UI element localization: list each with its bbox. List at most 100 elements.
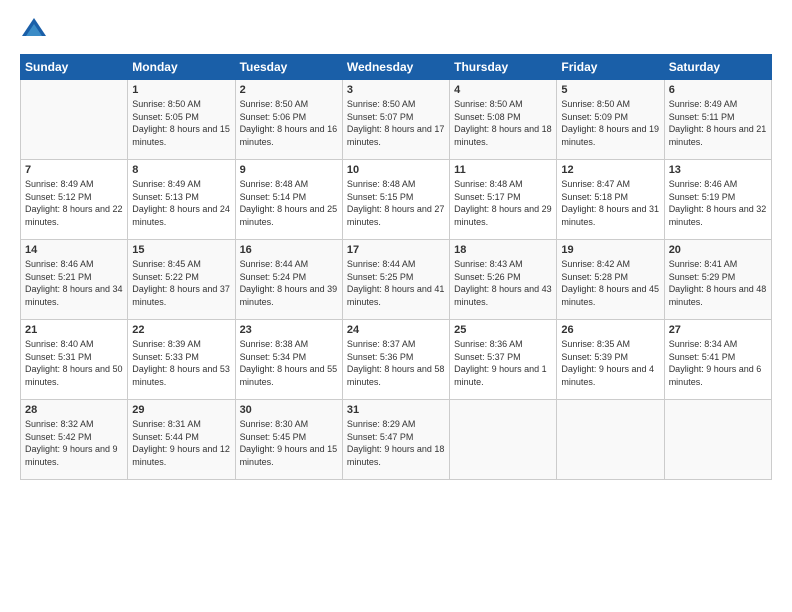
day-number: 24 — [347, 324, 445, 336]
day-number: 20 — [669, 244, 767, 256]
day-cell: 10 Sunrise: 8:48 AMSunset: 5:15 PMDayligh… — [342, 160, 449, 240]
day-info: Sunrise: 8:50 AMSunset: 5:06 PMDaylight:… — [240, 98, 338, 148]
header-day-monday: Monday — [128, 55, 235, 80]
day-cell: 23 Sunrise: 8:38 AMSunset: 5:34 PMDayligh… — [235, 320, 342, 400]
day-info: Sunrise: 8:29 AMSunset: 5:47 PMDaylight:… — [347, 418, 445, 468]
day-cell: 28 Sunrise: 8:32 AMSunset: 5:42 PMDayligh… — [21, 400, 128, 480]
day-number: 14 — [25, 244, 123, 256]
day-number: 15 — [132, 244, 230, 256]
day-cell — [664, 400, 771, 480]
day-info: Sunrise: 8:35 AMSunset: 5:39 PMDaylight:… — [561, 338, 659, 388]
day-cell — [21, 80, 128, 160]
day-info: Sunrise: 8:50 AMSunset: 5:09 PMDaylight:… — [561, 98, 659, 148]
day-info: Sunrise: 8:49 AMSunset: 5:13 PMDaylight:… — [132, 178, 230, 228]
day-number: 11 — [454, 164, 552, 176]
day-cell: 18 Sunrise: 8:43 AMSunset: 5:26 PMDayligh… — [450, 240, 557, 320]
day-cell: 5 Sunrise: 8:50 AMSunset: 5:09 PMDaylight… — [557, 80, 664, 160]
day-cell: 20 Sunrise: 8:41 AMSunset: 5:29 PMDayligh… — [664, 240, 771, 320]
day-info: Sunrise: 8:38 AMSunset: 5:34 PMDaylight:… — [240, 338, 338, 388]
day-number: 6 — [669, 84, 767, 96]
day-cell: 12 Sunrise: 8:47 AMSunset: 5:18 PMDayligh… — [557, 160, 664, 240]
day-cell: 27 Sunrise: 8:34 AMSunset: 5:41 PMDayligh… — [664, 320, 771, 400]
day-cell: 26 Sunrise: 8:35 AMSunset: 5:39 PMDayligh… — [557, 320, 664, 400]
day-number: 8 — [132, 164, 230, 176]
day-number: 18 — [454, 244, 552, 256]
day-cell: 29Sunrise: 8:31 AMSunset: 5:44 PMDayligh… — [128, 400, 235, 480]
day-number: 28 — [25, 404, 123, 416]
day-info: Sunrise: 8:48 AMSunset: 5:15 PMDaylight:… — [347, 178, 445, 228]
day-info: Sunrise: 8:40 AMSunset: 5:31 PMDaylight:… — [25, 338, 123, 388]
week-row-2: 7 Sunrise: 8:49 AMSunset: 5:12 PMDaylight… — [21, 160, 772, 240]
calendar-table: SundayMondayTuesdayWednesdayThursdayFrid… — [20, 54, 772, 480]
day-number: 13 — [669, 164, 767, 176]
day-cell: 30Sunrise: 8:30 AMSunset: 5:45 PMDayligh… — [235, 400, 342, 480]
day-number: 7 — [25, 164, 123, 176]
day-info: Sunrise: 8:36 AMSunset: 5:37 PMDaylight:… — [454, 338, 552, 388]
day-cell: 19 Sunrise: 8:42 AMSunset: 5:28 PMDayligh… — [557, 240, 664, 320]
day-info: Sunrise: 8:50 AMSunset: 5:08 PMDaylight:… — [454, 98, 552, 148]
day-number: 4 — [454, 84, 552, 96]
day-cell: 3 Sunrise: 8:50 AMSunset: 5:07 PMDaylight… — [342, 80, 449, 160]
day-info: Sunrise: 8:47 AMSunset: 5:18 PMDaylight:… — [561, 178, 659, 228]
day-cell: 9 Sunrise: 8:48 AMSunset: 5:14 PMDaylight… — [235, 160, 342, 240]
day-info: Sunrise: 8:41 AMSunset: 5:29 PMDaylight:… — [669, 258, 767, 308]
logo-icon — [20, 16, 48, 44]
day-info: Sunrise: 8:49 AMSunset: 5:11 PMDaylight:… — [669, 98, 767, 148]
day-info: Sunrise: 8:50 AMSunset: 5:05 PMDaylight:… — [132, 98, 230, 148]
week-row-5: 28 Sunrise: 8:32 AMSunset: 5:42 PMDayligh… — [21, 400, 772, 480]
day-info: Sunrise: 8:44 AMSunset: 5:24 PMDaylight:… — [240, 258, 338, 308]
day-number: 22 — [132, 324, 230, 336]
day-info: Sunrise: 8:45 AMSunset: 5:22 PMDaylight:… — [132, 258, 230, 308]
day-info: Sunrise: 8:46 AMSunset: 5:19 PMDaylight:… — [669, 178, 767, 228]
day-cell: 24 Sunrise: 8:37 AMSunset: 5:36 PMDayligh… — [342, 320, 449, 400]
day-number: 21 — [25, 324, 123, 336]
day-cell: 15 Sunrise: 8:45 AMSunset: 5:22 PMDayligh… — [128, 240, 235, 320]
day-cell — [557, 400, 664, 480]
page: SundayMondayTuesdayWednesdayThursdayFrid… — [0, 0, 792, 612]
day-number: 3 — [347, 84, 445, 96]
day-cell: 22Sunrise: 8:39 AMSunset: 5:33 PMDayligh… — [128, 320, 235, 400]
header-day-saturday: Saturday — [664, 55, 771, 80]
day-info: Sunrise: 8:50 AMSunset: 5:07 PMDaylight:… — [347, 98, 445, 148]
day-info: Sunrise: 8:43 AMSunset: 5:26 PMDaylight:… — [454, 258, 552, 308]
day-number: 5 — [561, 84, 659, 96]
day-number: 23 — [240, 324, 338, 336]
day-cell: 7 Sunrise: 8:49 AMSunset: 5:12 PMDaylight… — [21, 160, 128, 240]
logo — [20, 16, 52, 44]
day-number: 26 — [561, 324, 659, 336]
day-info: Sunrise: 8:32 AMSunset: 5:42 PMDaylight:… — [25, 418, 123, 468]
day-info: Sunrise: 8:46 AMSunset: 5:21 PMDaylight:… — [25, 258, 123, 308]
day-info: Sunrise: 8:44 AMSunset: 5:25 PMDaylight:… — [347, 258, 445, 308]
day-cell: 11Sunrise: 8:48 AMSunset: 5:17 PMDayligh… — [450, 160, 557, 240]
day-cell: 16Sunrise: 8:44 AMSunset: 5:24 PMDayligh… — [235, 240, 342, 320]
day-info: Sunrise: 8:42 AMSunset: 5:28 PMDaylight:… — [561, 258, 659, 308]
day-number: 12 — [561, 164, 659, 176]
day-cell: 4 Sunrise: 8:50 AMSunset: 5:08 PMDaylight… — [450, 80, 557, 160]
day-cell: 1 Sunrise: 8:50 AMSunset: 5:05 PMDaylight… — [128, 80, 235, 160]
day-cell: 6 Sunrise: 8:49 AMSunset: 5:11 PMDaylight… — [664, 80, 771, 160]
day-cell: 13 Sunrise: 8:46 AMSunset: 5:19 PMDayligh… — [664, 160, 771, 240]
day-number: 30 — [240, 404, 338, 416]
week-row-1: 1 Sunrise: 8:50 AMSunset: 5:05 PMDaylight… — [21, 80, 772, 160]
day-number: 1 — [132, 84, 230, 96]
day-cell: 14 Sunrise: 8:46 AMSunset: 5:21 PMDayligh… — [21, 240, 128, 320]
day-info: Sunrise: 8:48 AMSunset: 5:14 PMDaylight:… — [240, 178, 338, 228]
header-day-friday: Friday — [557, 55, 664, 80]
day-info: Sunrise: 8:49 AMSunset: 5:12 PMDaylight:… — [25, 178, 123, 228]
day-number: 19 — [561, 244, 659, 256]
day-number: 31 — [347, 404, 445, 416]
day-number: 27 — [669, 324, 767, 336]
day-cell: 17 Sunrise: 8:44 AMSunset: 5:25 PMDayligh… — [342, 240, 449, 320]
week-row-4: 21 Sunrise: 8:40 AMSunset: 5:31 PMDayligh… — [21, 320, 772, 400]
day-number: 10 — [347, 164, 445, 176]
day-number: 9 — [240, 164, 338, 176]
day-number: 17 — [347, 244, 445, 256]
day-number: 2 — [240, 84, 338, 96]
day-info: Sunrise: 8:34 AMSunset: 5:41 PMDaylight:… — [669, 338, 767, 388]
day-cell: 21 Sunrise: 8:40 AMSunset: 5:31 PMDayligh… — [21, 320, 128, 400]
day-cell: 8 Sunrise: 8:49 AMSunset: 5:13 PMDaylight… — [128, 160, 235, 240]
day-number: 25 — [454, 324, 552, 336]
day-info: Sunrise: 8:37 AMSunset: 5:36 PMDaylight:… — [347, 338, 445, 388]
day-info: Sunrise: 8:31 AMSunset: 5:44 PMDaylight:… — [132, 418, 230, 468]
header — [20, 16, 772, 44]
